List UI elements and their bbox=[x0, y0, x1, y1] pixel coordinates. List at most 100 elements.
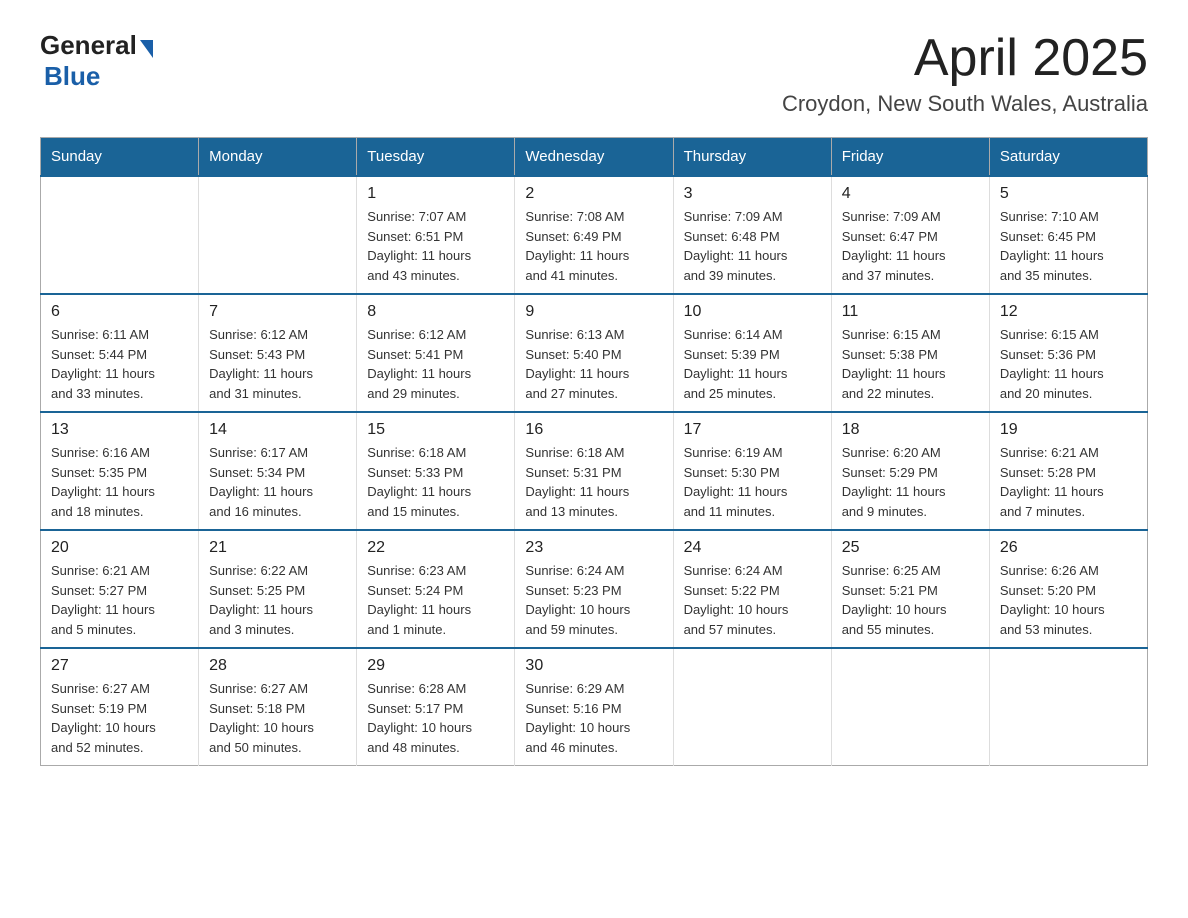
day-number: 12 bbox=[1000, 303, 1137, 321]
calendar-week-4: 20 Sunrise: 6:21 AM Sunset: 5:27 PM Dayli… bbox=[41, 530, 1148, 648]
day-number: 20 bbox=[51, 539, 188, 557]
day-number: 25 bbox=[842, 539, 979, 557]
calendar-day: 16 Sunrise: 6:18 AM Sunset: 5:31 PM Dayli… bbox=[515, 412, 673, 530]
day-info: Sunrise: 7:09 AM Sunset: 6:48 PM Dayligh… bbox=[684, 207, 821, 285]
calendar-day: 8Sunrise: 6:12 AM Sunset: 5:41 PM Daylig… bbox=[357, 294, 515, 412]
calendar-day: 15 Sunrise: 6:18 AM Sunset: 5:33 PM Dayli… bbox=[357, 412, 515, 530]
day-info: Sunrise: 6:16 AM Sunset: 5:35 PM Dayligh… bbox=[51, 443, 188, 521]
day-number: 2 bbox=[525, 185, 662, 203]
day-number: 1 bbox=[367, 185, 504, 203]
day-number: 29 bbox=[367, 657, 504, 675]
header-thursday: Thursday bbox=[673, 138, 831, 177]
day-info: Sunrise: 6:22 AM Sunset: 5:25 PM Dayligh… bbox=[209, 561, 346, 639]
day-number: 18 bbox=[842, 421, 979, 439]
day-info: Sunrise: 7:10 AM Sunset: 6:45 PM Dayligh… bbox=[1000, 207, 1137, 285]
page-title: April 2025 bbox=[782, 30, 1148, 87]
day-info: Sunrise: 6:23 AM Sunset: 5:24 PM Dayligh… bbox=[367, 561, 504, 639]
day-info: Sunrise: 6:29 AM Sunset: 5:16 PM Dayligh… bbox=[525, 679, 662, 757]
calendar-day bbox=[673, 648, 831, 766]
header-friday: Friday bbox=[831, 138, 989, 177]
calendar-week-3: 13 Sunrise: 6:16 AM Sunset: 5:35 PM Dayli… bbox=[41, 412, 1148, 530]
calendar-body: 1 Sunrise: 7:07 AM Sunset: 6:51 PM Daylig… bbox=[41, 176, 1148, 766]
day-info: Sunrise: 6:15 AM Sunset: 5:36 PM Dayligh… bbox=[1000, 325, 1137, 403]
calendar-day: 27 Sunrise: 6:27 AM Sunset: 5:19 PM Dayli… bbox=[41, 648, 199, 766]
calendar-day bbox=[199, 176, 357, 294]
calendar-day: 13 Sunrise: 6:16 AM Sunset: 5:35 PM Dayli… bbox=[41, 412, 199, 530]
calendar-day: 30 Sunrise: 6:29 AM Sunset: 5:16 PM Dayli… bbox=[515, 648, 673, 766]
calendar-day bbox=[831, 648, 989, 766]
calendar-day: 11Sunrise: 6:15 AM Sunset: 5:38 PM Dayli… bbox=[831, 294, 989, 412]
calendar-day: 1 Sunrise: 7:07 AM Sunset: 6:51 PM Daylig… bbox=[357, 176, 515, 294]
day-info: Sunrise: 6:27 AM Sunset: 5:18 PM Dayligh… bbox=[209, 679, 346, 757]
calendar-day: 23Sunrise: 6:24 AM Sunset: 5:23 PM Dayli… bbox=[515, 530, 673, 648]
calendar-day: 7Sunrise: 6:12 AM Sunset: 5:43 PM Daylig… bbox=[199, 294, 357, 412]
header-tuesday: Tuesday bbox=[357, 138, 515, 177]
day-number: 5 bbox=[1000, 185, 1137, 203]
day-info: Sunrise: 6:24 AM Sunset: 5:22 PM Dayligh… bbox=[684, 561, 821, 639]
page-subtitle: Croydon, New South Wales, Australia bbox=[782, 91, 1148, 117]
day-number: 22 bbox=[367, 539, 504, 557]
calendar-day: 22 Sunrise: 6:23 AM Sunset: 5:24 PM Dayli… bbox=[357, 530, 515, 648]
day-number: 26 bbox=[1000, 539, 1137, 557]
calendar-day: 4 Sunrise: 7:09 AM Sunset: 6:47 PM Daylig… bbox=[831, 176, 989, 294]
day-number: 30 bbox=[525, 657, 662, 675]
day-info: Sunrise: 6:26 AM Sunset: 5:20 PM Dayligh… bbox=[1000, 561, 1137, 639]
day-number: 10 bbox=[684, 303, 821, 321]
day-info: Sunrise: 6:18 AM Sunset: 5:33 PM Dayligh… bbox=[367, 443, 504, 521]
day-info: Sunrise: 6:17 AM Sunset: 5:34 PM Dayligh… bbox=[209, 443, 346, 521]
calendar-day: 25 Sunrise: 6:25 AM Sunset: 5:21 PM Dayli… bbox=[831, 530, 989, 648]
calendar-week-5: 27 Sunrise: 6:27 AM Sunset: 5:19 PM Dayli… bbox=[41, 648, 1148, 766]
day-info: Sunrise: 6:28 AM Sunset: 5:17 PM Dayligh… bbox=[367, 679, 504, 757]
day-number: 13 bbox=[51, 421, 188, 439]
calendar-day: 24Sunrise: 6:24 AM Sunset: 5:22 PM Dayli… bbox=[673, 530, 831, 648]
day-number: 27 bbox=[51, 657, 188, 675]
day-info: Sunrise: 6:19 AM Sunset: 5:30 PM Dayligh… bbox=[684, 443, 821, 521]
calendar-day bbox=[41, 176, 199, 294]
header-monday: Monday bbox=[199, 138, 357, 177]
calendar-day: 14 Sunrise: 6:17 AM Sunset: 5:34 PM Dayli… bbox=[199, 412, 357, 530]
day-info: Sunrise: 6:21 AM Sunset: 5:27 PM Dayligh… bbox=[51, 561, 188, 639]
day-number: 3 bbox=[684, 185, 821, 203]
calendar-day: 19Sunrise: 6:21 AM Sunset: 5:28 PM Dayli… bbox=[989, 412, 1147, 530]
day-info: Sunrise: 7:08 AM Sunset: 6:49 PM Dayligh… bbox=[525, 207, 662, 285]
logo-general-text: General bbox=[40, 30, 137, 61]
header-sunday: Sunday bbox=[41, 138, 199, 177]
day-info: Sunrise: 6:18 AM Sunset: 5:31 PM Dayligh… bbox=[525, 443, 662, 521]
day-info: Sunrise: 6:11 AM Sunset: 5:44 PM Dayligh… bbox=[51, 325, 188, 403]
day-number: 28 bbox=[209, 657, 346, 675]
calendar-day: 26 Sunrise: 6:26 AM Sunset: 5:20 PM Dayli… bbox=[989, 530, 1147, 648]
day-info: Sunrise: 6:25 AM Sunset: 5:21 PM Dayligh… bbox=[842, 561, 979, 639]
day-number: 14 bbox=[209, 421, 346, 439]
calendar-day: 6 Sunrise: 6:11 AM Sunset: 5:44 PM Daylig… bbox=[41, 294, 199, 412]
title-block: April 2025 Croydon, New South Wales, Aus… bbox=[782, 30, 1148, 117]
header-saturday: Saturday bbox=[989, 138, 1147, 177]
day-info: Sunrise: 6:21 AM Sunset: 5:28 PM Dayligh… bbox=[1000, 443, 1137, 521]
day-info: Sunrise: 6:12 AM Sunset: 5:41 PM Dayligh… bbox=[367, 325, 504, 403]
day-info: Sunrise: 6:12 AM Sunset: 5:43 PM Dayligh… bbox=[209, 325, 346, 403]
day-info: Sunrise: 6:13 AM Sunset: 5:40 PM Dayligh… bbox=[525, 325, 662, 403]
day-number: 6 bbox=[51, 303, 188, 321]
day-number: 16 bbox=[525, 421, 662, 439]
day-info: Sunrise: 7:07 AM Sunset: 6:51 PM Dayligh… bbox=[367, 207, 504, 285]
day-info: Sunrise: 6:27 AM Sunset: 5:19 PM Dayligh… bbox=[51, 679, 188, 757]
day-info: Sunrise: 6:14 AM Sunset: 5:39 PM Dayligh… bbox=[684, 325, 821, 403]
calendar-table: SundayMondayTuesdayWednesdayThursdayFrid… bbox=[40, 137, 1148, 766]
day-info: Sunrise: 6:15 AM Sunset: 5:38 PM Dayligh… bbox=[842, 325, 979, 403]
calendar-day: 12 Sunrise: 6:15 AM Sunset: 5:36 PM Dayli… bbox=[989, 294, 1147, 412]
calendar-week-1: 1 Sunrise: 7:07 AM Sunset: 6:51 PM Daylig… bbox=[41, 176, 1148, 294]
day-number: 4 bbox=[842, 185, 979, 203]
calendar-day: 18Sunrise: 6:20 AM Sunset: 5:29 PM Dayli… bbox=[831, 412, 989, 530]
day-info: Sunrise: 7:09 AM Sunset: 6:47 PM Dayligh… bbox=[842, 207, 979, 285]
day-number: 17 bbox=[684, 421, 821, 439]
logo: General Blue bbox=[40, 30, 153, 92]
day-number: 9 bbox=[525, 303, 662, 321]
calendar-week-2: 6 Sunrise: 6:11 AM Sunset: 5:44 PM Daylig… bbox=[41, 294, 1148, 412]
calendar-day: 20 Sunrise: 6:21 AM Sunset: 5:27 PM Dayli… bbox=[41, 530, 199, 648]
day-number: 23 bbox=[525, 539, 662, 557]
page-header: General Blue April 2025 Croydon, New Sou… bbox=[40, 30, 1148, 117]
calendar-day bbox=[989, 648, 1147, 766]
day-number: 15 bbox=[367, 421, 504, 439]
day-number: 21 bbox=[209, 539, 346, 557]
calendar-day: 5 Sunrise: 7:10 AM Sunset: 6:45 PM Daylig… bbox=[989, 176, 1147, 294]
calendar-header-row: SundayMondayTuesdayWednesdayThursdayFrid… bbox=[41, 138, 1148, 177]
